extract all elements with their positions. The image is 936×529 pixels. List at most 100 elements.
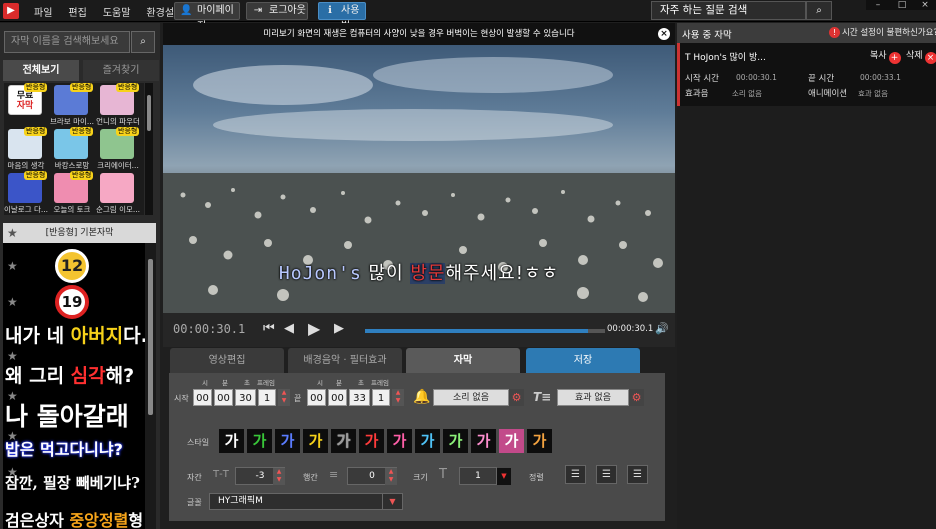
line-spacing-stepper[interactable]: ▲ ▼: [385, 468, 397, 485]
time-help-link[interactable]: ! 시간 설정이 불편하신가요?: [829, 26, 936, 38]
subtitle-overlay[interactable]: HoJon's 많이 방문해주세요!ㅎㅎ: [163, 259, 675, 285]
copy-button[interactable]: 복사 +: [870, 48, 901, 64]
template-thumb[interactable]: 반응형 이날로그 다...: [4, 171, 48, 214]
start-second-input[interactable]: 30: [235, 389, 256, 406]
minimize-icon[interactable]: –: [866, 0, 890, 10]
tab-all[interactable]: 전체보기: [3, 60, 79, 81]
video-preview[interactable]: HoJon's 많이 방문해주세요!ㅎㅎ: [163, 45, 675, 313]
star-icon[interactable]: ★: [7, 295, 18, 309]
progress-bar[interactable]: [365, 329, 605, 333]
style-swatch[interactable]: 가: [275, 429, 300, 453]
end-minute-input[interactable]: 00: [328, 389, 347, 406]
sound-settings-gear-icon[interactable]: ⚙: [509, 389, 524, 406]
menu-file[interactable]: 파일: [34, 4, 52, 19]
style-label: 스타일: [187, 438, 210, 447]
end-hour-input[interactable]: 00: [307, 389, 326, 406]
style-swatch[interactable]: 가: [303, 429, 328, 453]
effect-select[interactable]: 효과 없음: [557, 389, 629, 406]
template-thumb[interactable]: 반응형 브라보 마이...: [50, 83, 94, 126]
font-size-icon: T: [439, 467, 447, 482]
preset-line-6[interactable]: 검은상자 중앙정렬형: [5, 507, 143, 529]
skip-start-icon[interactable]: ⏮: [263, 321, 275, 336]
effect-settings-gear-icon[interactable]: ⚙: [629, 389, 644, 406]
faq-search-input[interactable]: 자주 하는 질문 검색: [651, 1, 806, 20]
style-swatch[interactable]: 가: [527, 429, 552, 453]
style-swatch[interactable]: 가: [499, 429, 524, 453]
end-second-input[interactable]: 33: [349, 389, 370, 406]
prev-frame-icon[interactable]: ◀: [284, 321, 294, 336]
tab-subtitle[interactable]: 자막: [406, 348, 520, 373]
plus-icon: +: [888, 52, 901, 64]
style-swatch[interactable]: 가: [331, 429, 356, 453]
style-swatch[interactable]: 가: [247, 429, 272, 453]
template-thumb[interactable]: 반응형 오늘의 토크: [50, 171, 94, 214]
template-scroll-thumb[interactable]: [147, 95, 151, 131]
play-icon[interactable]: ▶: [308, 319, 320, 338]
preset-line-4[interactable]: 밥은 먹고다니냐?: [5, 436, 123, 460]
style-swatch[interactable]: 가: [359, 429, 384, 453]
template-thumb[interactable]: 순그림 이모...: [96, 171, 140, 214]
subtitle-search-input[interactable]: 자막 이름을 검색해보세요: [4, 31, 130, 53]
tab-bgm-filter[interactable]: 배경음악 · 필터효과: [288, 348, 402, 373]
template-thumb[interactable]: 반응형 크리에이터...: [96, 127, 140, 170]
preset-number-19[interactable]: 19: [55, 285, 89, 319]
align-right-icon[interactable]: ☰: [627, 465, 648, 484]
template-thumb[interactable]: 반응형 마음의 생각: [4, 127, 48, 170]
style-swatch[interactable]: 가: [471, 429, 496, 453]
end-stepper[interactable]: ▲ ▼: [392, 389, 404, 406]
maximize-icon[interactable]: □: [890, 0, 914, 10]
close-icon[interactable]: ×: [914, 0, 936, 10]
preset-line-5[interactable]: 잠깐, 필장 빼베기냐?: [5, 472, 140, 493]
volume-icon[interactable]: 🔊: [655, 322, 669, 335]
style-swatch[interactable]: 가: [219, 429, 244, 453]
align-left-icon[interactable]: ☰: [565, 465, 586, 484]
preset-scrollbar[interactable]: [145, 243, 156, 529]
template-thumb[interactable]: 무료 자막 반응형: [4, 83, 48, 125]
used-subtitles-title: 사용 중 자막: [682, 30, 732, 41]
tab-video-edit[interactable]: 영상편집: [170, 348, 284, 373]
star-icon[interactable]: ★: [7, 226, 18, 240]
end-frame-input[interactable]: 1: [372, 389, 390, 406]
mypage-button[interactable]: 👤마이페이지: [174, 2, 240, 32]
next-frame-icon[interactable]: ▶: [334, 321, 344, 336]
start-stepper[interactable]: ▲ ▼: [278, 389, 290, 406]
font-size-input[interactable]: 1: [459, 467, 497, 485]
font-dropdown-icon[interactable]: ▼: [382, 493, 402, 510]
style-swatch[interactable]: 가: [443, 429, 468, 453]
faq-search-button[interactable]: ⌕: [806, 1, 832, 20]
preset-line-1[interactable]: 내가 네 아버지다.: [5, 321, 145, 348]
subtitle-search-button[interactable]: ⌕: [131, 31, 155, 53]
style-swatch[interactable]: 가: [387, 429, 412, 453]
align-center-icon[interactable]: ☰: [596, 465, 617, 484]
preset-line-2[interactable]: 왜 그리 심각해?: [5, 361, 134, 388]
logout-button[interactable]: ⇥ 로그아웃: [246, 2, 308, 20]
close-icon[interactable]: ×: [658, 28, 670, 40]
template-thumb[interactable]: 반응형 언니의 파우더: [96, 83, 140, 126]
menu-edit[interactable]: 편집: [68, 4, 86, 19]
delete-button[interactable]: 삭제 ×: [906, 48, 936, 64]
font-size-dropdown-icon[interactable]: ▼: [497, 468, 511, 485]
menu-help[interactable]: 도움말: [103, 4, 131, 19]
reactive-badge: 반응형: [70, 127, 94, 136]
start-minute-input[interactable]: 00: [214, 389, 233, 406]
guide-button[interactable]: ℹ사용법: [318, 2, 366, 32]
preset-line-3[interactable]: 나 돌아갈래: [5, 397, 129, 433]
preset-scroll-thumb[interactable]: [148, 259, 153, 415]
info-icon: ℹ: [328, 5, 332, 16]
template-scrollbar[interactable]: [145, 83, 153, 215]
used-subtitle-item[interactable]: T HoJon's 많이 방... 복사 + 삭제 × 시작 시간 00:00:30…: [677, 43, 936, 106]
preset-number-12[interactable]: 12: [55, 249, 89, 283]
user-icon: 👤: [180, 5, 193, 16]
text-effect-icon: T≡: [533, 390, 552, 404]
start-frame-input[interactable]: 1: [258, 389, 276, 406]
start-hour-input[interactable]: 00: [193, 389, 212, 406]
template-thumb[interactable]: 반응형 바캉스로망: [50, 127, 94, 170]
save-button[interactable]: 저장: [526, 348, 640, 373]
reactive-badge: 반응형: [24, 171, 48, 180]
font-select[interactable]: HY그래픽M: [209, 493, 403, 510]
tab-favorites[interactable]: 즐겨찾기: [83, 60, 159, 81]
letter-spacing-stepper[interactable]: ▲ ▼: [273, 468, 285, 485]
star-icon[interactable]: ★: [7, 259, 18, 273]
sound-select[interactable]: 소리 없음: [433, 389, 509, 406]
style-swatch[interactable]: 가: [415, 429, 440, 453]
